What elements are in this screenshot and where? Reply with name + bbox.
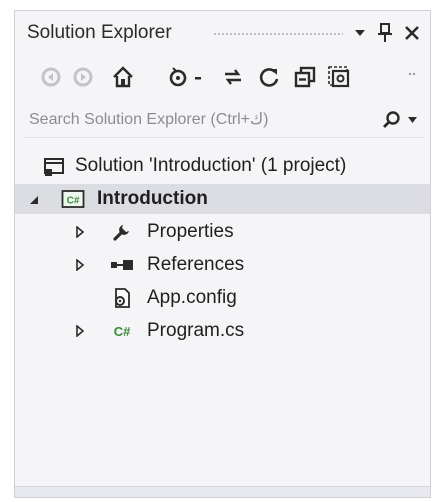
search-input[interactable] — [29, 109, 359, 131]
csharp-file-icon: C# — [109, 320, 135, 342]
collapsed-caret-icon[interactable] — [73, 324, 87, 338]
sync-with-active-document-icon[interactable] — [219, 63, 247, 91]
pin-icon[interactable] — [375, 22, 395, 44]
collapsed-caret-icon[interactable] — [73, 225, 87, 239]
toolbar-overflow-icon[interactable] — [405, 63, 419, 91]
panel-titlebar: Solution Explorer — [15, 11, 430, 53]
tree-item-app-config[interactable]: App.config — [15, 283, 430, 313]
svg-text:C#: C# — [114, 324, 131, 339]
tree-item-label: References — [147, 254, 245, 275]
tree-item-program-cs[interactable]: C# Program.cs — [15, 316, 430, 346]
expanded-caret-icon[interactable] — [27, 193, 41, 207]
solution-icon — [43, 156, 65, 178]
solution-explorer-panel: Solution Explorer Search Solution Explor… — [14, 10, 431, 498]
drag-grip[interactable] — [213, 32, 343, 37]
close-icon[interactable] — [401, 22, 423, 44]
tree-item-project[interactable]: C# Introduction — [15, 184, 430, 214]
svg-text:C#: C# — [67, 196, 80, 207]
references-icon — [109, 254, 135, 276]
config-file-icon — [111, 287, 133, 309]
home-icon[interactable] — [109, 63, 137, 91]
panel-bottom-border — [15, 486, 430, 497]
tree-item-solution[interactable]: Solution 'Introduction' (1 project) — [15, 151, 430, 181]
tree-item-references[interactable]: References — [15, 250, 430, 280]
forward-icon[interactable] — [69, 63, 97, 91]
back-icon[interactable] — [37, 63, 65, 91]
tree-item-label: Introduction — [97, 188, 208, 209]
collapsed-caret-icon[interactable] — [73, 258, 87, 272]
tree-item-label: Properties — [147, 221, 234, 242]
panel-title: Solution Explorer — [27, 22, 172, 43]
refresh-icon[interactable] — [255, 63, 283, 91]
pending-changes-filter-icon[interactable] — [165, 63, 209, 91]
search-options-dropdown-icon[interactable] — [405, 113, 419, 127]
tree-item-label: Solution 'Introduction' (1 project) — [75, 155, 347, 176]
tree-item-properties[interactable]: Properties — [15, 217, 430, 247]
show-all-files-icon[interactable] — [325, 63, 353, 91]
solution-explorer-toolbar — [15, 57, 430, 97]
tree-item-label: Program.cs — [147, 320, 245, 341]
dropdown-arrow-icon[interactable] — [351, 24, 369, 42]
collapse-all-icon[interactable] — [291, 63, 319, 91]
wrench-icon — [111, 221, 133, 243]
search-icon[interactable] — [381, 109, 403, 131]
csharp-project-icon: C# — [61, 188, 85, 210]
tree-item-label: App.config — [147, 287, 237, 308]
search-box — [25, 103, 423, 138]
